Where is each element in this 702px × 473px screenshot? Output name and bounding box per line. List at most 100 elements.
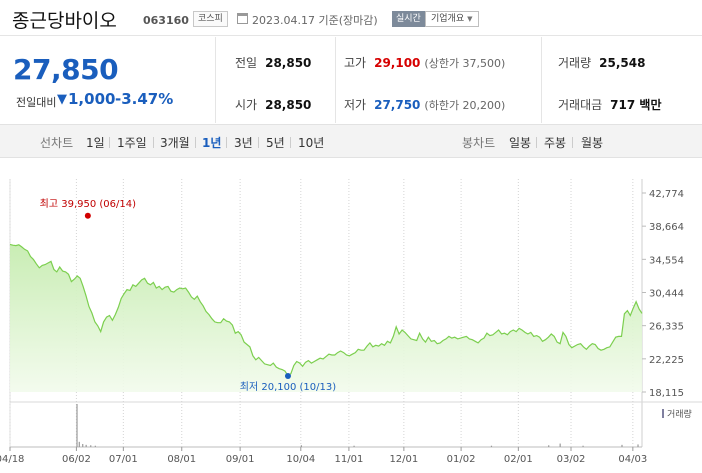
candle-weekly[interactable]: 주봉 <box>544 134 566 151</box>
volume-bar <box>582 445 584 447</box>
upper-limit: (상한가 37,500) <box>424 57 506 70</box>
volume-bar <box>300 445 303 447</box>
change-label: 전일대비 <box>16 96 57 109</box>
stock-code: 063160 <box>143 14 189 27</box>
y-tick-label: 34,554 <box>649 255 684 266</box>
change-rate: -3.47% <box>115 90 174 108</box>
volume-bar <box>78 441 80 447</box>
volume-bar <box>621 444 623 447</box>
divider <box>109 137 110 148</box>
x-tick-label: 10/04 <box>286 454 315 465</box>
volume-bar <box>490 445 493 447</box>
stat-amount: 거래대금 717 백만 <box>558 96 661 113</box>
y-tick-label: 22,225 <box>649 355 684 366</box>
volume-bar <box>353 445 355 447</box>
x-tick-label: 11/01 <box>334 454 363 465</box>
market-badge: 코스피 <box>193 11 228 27</box>
candle-daily[interactable]: 일봉 <box>509 134 531 151</box>
stats-divider <box>335 37 336 123</box>
divider <box>536 137 537 148</box>
x-tick-label: 08/01 <box>167 454 196 465</box>
min-marker <box>284 372 291 379</box>
chevron-down-icon: ▼ <box>467 15 473 23</box>
period-3y[interactable]: 3년 <box>234 134 253 151</box>
company-info-dropdown[interactable]: 기업개요 ▼ <box>425 11 479 27</box>
stock-header: 종근당바이오 063160 코스피 2023.04.17 기준(장마감) 실시간… <box>0 0 702 36</box>
stat-open: 시가 28,850 <box>235 96 311 113</box>
stat-volume: 거래량 25,548 <box>558 54 645 71</box>
min-annotation: 최저 20,100 (10/13) <box>240 381 336 393</box>
change-value: 1,000 <box>68 90 116 108</box>
stat-value: 28,850 <box>265 56 312 70</box>
y-tick-label: 38,664 <box>649 222 684 233</box>
x-tick-label: 04/18 <box>0 454 24 465</box>
candle-chart-label: 봉차트 <box>462 136 496 150</box>
stat-value: 29,100 <box>374 56 421 70</box>
volume-bar <box>94 445 96 447</box>
divider <box>258 137 259 148</box>
stat-high: 고가 29,100 (상한가 37,500) <box>344 54 505 71</box>
y-tick-label: 18,115 <box>649 388 684 399</box>
stat-label: 시가 <box>235 98 258 112</box>
divider <box>572 137 573 148</box>
x-tick-label: 03/02 <box>557 454 586 465</box>
divider <box>153 137 154 148</box>
y-tick-label: 26,335 <box>649 322 684 333</box>
current-price: 27,850 <box>13 53 119 86</box>
price-area-fill <box>10 244 642 392</box>
period-1w[interactable]: 1주일 <box>117 134 147 151</box>
x-tick-label: 06/02 <box>62 454 91 465</box>
down-arrow-icon: ▼ <box>57 92 67 107</box>
volume-bar <box>559 443 561 447</box>
price-chart-svg: 42,774 38,664 34,554 30,444 26,335 22,225 18,1… <box>0 179 702 465</box>
volume-bar <box>548 445 550 447</box>
stat-value: 27,750 <box>374 98 421 112</box>
period-5y[interactable]: 5년 <box>266 134 285 151</box>
stat-value: 28,850 <box>265 98 312 112</box>
stock-name: 종근당바이오 <box>12 10 117 32</box>
period-3m[interactable]: 3개월 <box>160 134 190 151</box>
max-marker <box>84 212 91 219</box>
x-tick-label: 12/01 <box>389 454 418 465</box>
period-1y[interactable]: 1년 <box>202 134 221 151</box>
period-10y[interactable]: 10년 <box>298 134 324 151</box>
stat-label: 거래대금 <box>558 98 603 112</box>
calendar-icon <box>237 13 248 24</box>
divider <box>290 137 291 148</box>
stat-value: 717 백만 <box>610 98 662 112</box>
stats-divider <box>541 37 542 123</box>
volume-bar <box>76 404 78 447</box>
stat-value: 25,548 <box>599 56 646 70</box>
stat-label: 거래량 <box>558 56 592 70</box>
x-tick-label: 07/01 <box>109 454 138 465</box>
y-tick-label: 30,444 <box>649 289 684 300</box>
company-info-label: 기업개요 <box>431 14 465 24</box>
current-price-panel: 27,850 전일대비 ▼ 1,000 -3.47% <box>0 37 216 123</box>
stat-low: 저가 27,750 (하한가 20,200) <box>344 96 505 113</box>
y-tick-label: 42,774 <box>649 189 684 200</box>
x-tick-label: 02/01 <box>504 454 533 465</box>
volume-bar <box>85 444 87 447</box>
x-tick-label: 01/02 <box>447 454 476 465</box>
stat-label: 전일 <box>235 56 258 70</box>
volume-legend-swatch <box>662 409 664 418</box>
stat-label: 저가 <box>344 98 367 112</box>
stat-prev-close: 전일 28,850 <box>235 54 311 71</box>
divider <box>195 137 196 148</box>
volume-bar <box>90 445 92 447</box>
reference-date: 2023.04.17 기준(장마감) <box>252 14 378 27</box>
period-1d[interactable]: 1일 <box>86 134 105 151</box>
x-tick-label: 09/01 <box>226 454 255 465</box>
x-tick-label: 04/03 <box>618 454 647 465</box>
price-stats-panel: 전일 28,850 고가 29,100 (상한가 37,500) 거래량 25,548 … <box>217 37 702 123</box>
volume-legend-label: 거래량 <box>667 408 692 420</box>
volume-bar <box>82 443 84 447</box>
candle-monthly[interactable]: 월봉 <box>581 134 603 151</box>
volume-bar <box>637 444 639 447</box>
lower-limit: (하한가 20,200) <box>424 99 506 112</box>
realtime-button[interactable]: 실시간 <box>392 11 425 27</box>
price-chart: 42,774 38,664 34,554 30,444 26,335 22,225 18,1… <box>0 160 702 473</box>
stat-label: 고가 <box>344 56 367 70</box>
chart-period-bar: 선차트 1일 1주일 3개월 1년 3년 5년 10년 봉차트 일봉 주봉 월봉 <box>0 124 702 158</box>
line-chart-label: 선차트 <box>40 136 74 150</box>
